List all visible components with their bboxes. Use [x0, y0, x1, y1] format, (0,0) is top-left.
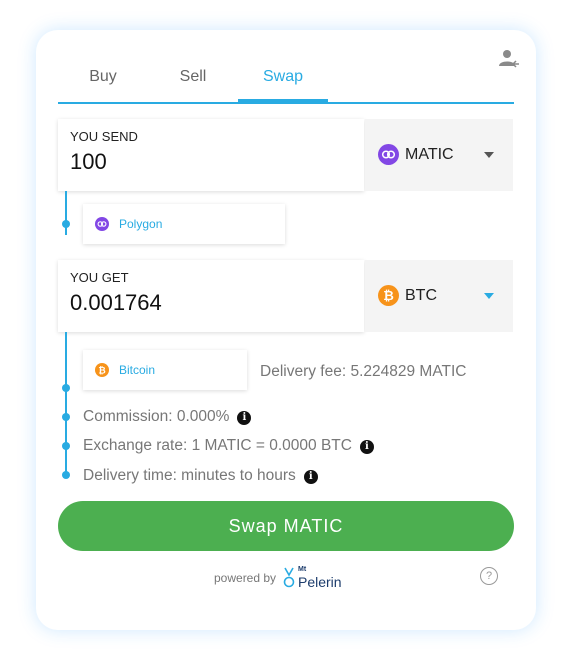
info-icon[interactable]: i [303, 470, 318, 484]
send-network-label: Polygon [119, 217, 163, 231]
logo-name: Pelerin [298, 574, 342, 590]
send-amount-input[interactable]: 100 [70, 149, 107, 175]
info-icon[interactable]: i [359, 440, 374, 454]
tab-bar: Buy Sell Swap [58, 66, 514, 104]
send-currency-select[interactable]: MATIC [365, 119, 513, 191]
polygon-icon [95, 217, 109, 231]
mt-pelerin-logo: Mt Pelerin [282, 566, 352, 592]
get-network-label: Bitcoin [119, 363, 156, 377]
bitcoin-icon: ₿ [95, 363, 109, 377]
chevron-down-icon [484, 293, 494, 299]
tab-buy[interactable]: Buy [58, 66, 148, 102]
delivery-fee: Delivery fee: 5.224829 MATIC [260, 363, 467, 380]
swap-button[interactable]: Swap MATIC [58, 501, 514, 551]
swap-widget-card: Buy Sell Swap YOU SEND 100 MATIC Polygon… [36, 30, 536, 630]
chevron-down-icon [484, 152, 494, 158]
powered-by-text: powered by [214, 571, 277, 585]
connector-dot [62, 220, 70, 228]
polygon-icon [378, 144, 399, 165]
exchange-rate-row: Exchange rate: 1 MATIC = 0.0000 BTC i [83, 437, 374, 455]
delivery-time-text: Delivery time: minutes to hours [83, 467, 296, 484]
get-network-chip[interactable]: ₿ Bitcoin [83, 350, 247, 390]
connector-dot [62, 413, 70, 421]
connector-dot [62, 471, 70, 479]
get-label: YOU GET [70, 270, 129, 285]
svg-text:₿: ₿ [98, 366, 105, 376]
connector-line [65, 191, 67, 235]
exchange-rate-text: Exchange rate: 1 MATIC = 0.0000 BTC [83, 437, 352, 454]
connector-line [65, 332, 67, 476]
bitcoin-icon: ₿ [378, 285, 399, 306]
send-network-chip[interactable]: Polygon [83, 204, 285, 244]
info-icon[interactable]: i [237, 411, 252, 425]
connector-dot [62, 384, 70, 392]
connector-dot [62, 442, 70, 450]
get-amount-box: YOU GET 0.001764 [58, 260, 364, 332]
send-amount-box[interactable]: YOU SEND 100 [58, 119, 364, 191]
get-currency-code: BTC [405, 287, 437, 304]
svg-text:₿: ₿ [383, 288, 394, 303]
tab-swap[interactable]: Swap [238, 66, 328, 104]
send-currency-code: MATIC [405, 146, 454, 163]
delivery-time-row: Delivery time: minutes to hours i [83, 467, 318, 485]
get-currency-select[interactable]: ₿ BTC [365, 260, 513, 332]
help-icon[interactable]: ? [480, 567, 498, 585]
commission-row: Commission: 0.000% i [83, 408, 252, 426]
get-amount-value: 0.001764 [70, 290, 162, 315]
tab-sell[interactable]: Sell [148, 66, 238, 102]
logo-prefix: Mt [298, 566, 307, 573]
commission-text: Commission: 0.000% [83, 408, 230, 425]
send-label: YOU SEND [70, 129, 138, 144]
